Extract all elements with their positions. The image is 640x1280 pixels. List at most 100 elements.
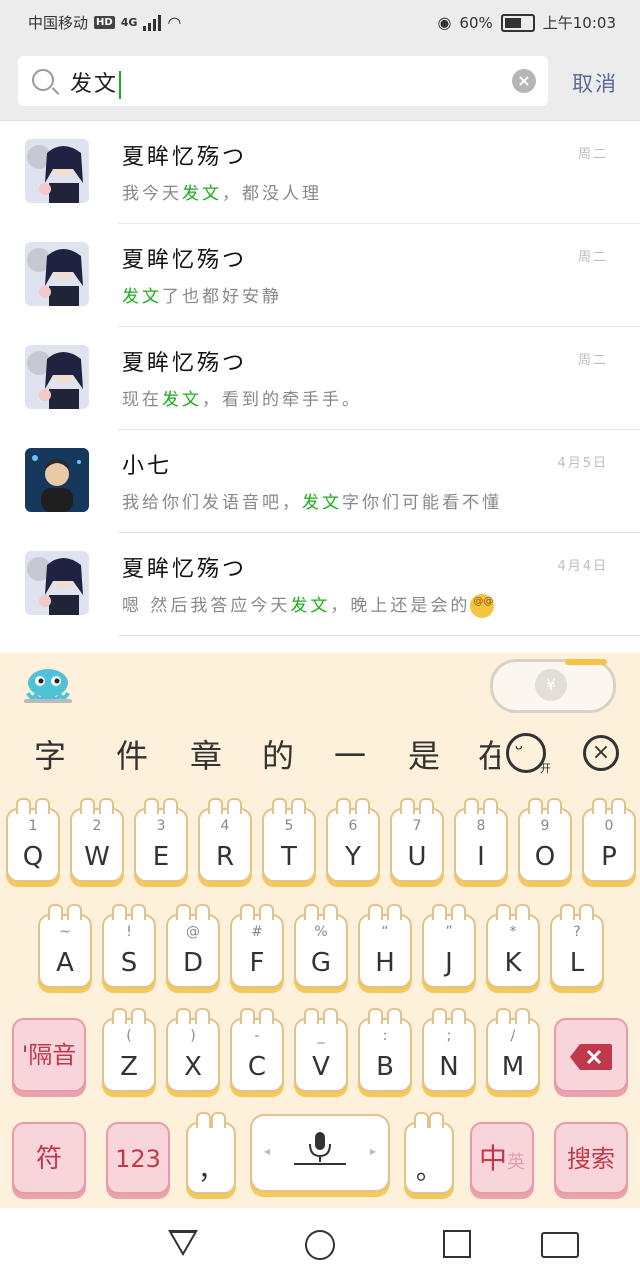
message-post: 了也都好安静	[162, 287, 282, 307]
status-bar: 中国移动 HD 4G ◠ ◉ 60% 上午10:03	[0, 0, 640, 44]
message-highlight: 发文	[182, 184, 222, 204]
separator-key[interactable]: '隔音	[12, 1018, 86, 1092]
battery-percent: 60%	[459, 13, 493, 32]
key-label: Q	[22, 842, 44, 872]
chat-result-row[interactable]: 夏眸忆殇つ 周二 发文了也都好安静	[0, 224, 640, 327]
contact-name: 小七	[122, 454, 173, 479]
key-q[interactable]: 1Q	[6, 798, 60, 882]
skin-toggle[interactable]: ¥	[490, 659, 616, 713]
key-m[interactable]: / M	[486, 1008, 540, 1092]
keyboard-toolbar: ¥	[0, 653, 640, 713]
clear-icon[interactable]: ×	[512, 69, 536, 93]
hd-badge: HD	[94, 16, 115, 29]
key-secondary-label: !	[126, 924, 132, 940]
number-key-label: 123	[115, 1145, 161, 1173]
key-y[interactable]: 6Y	[326, 798, 380, 882]
chat-result-row[interactable]: 夏眸忆殇つ 周二 我今天发文，都没人理	[0, 121, 640, 224]
avatar	[25, 139, 89, 203]
message-preview: 我给你们发语音吧，发文字你们可能看不懂	[122, 488, 502, 513]
candidate-word[interactable]: 是	[408, 731, 440, 777]
period-key[interactable]: 。	[404, 1112, 454, 1194]
candidate-word[interactable]: 在	[478, 731, 500, 777]
key-label: V	[312, 1052, 330, 1082]
candidate-word[interactable]: 件	[116, 731, 148, 777]
key-label: T	[281, 842, 297, 872]
key-c[interactable]: -C	[230, 1008, 284, 1092]
chat-result-row[interactable]: 夏眸忆殇つ 4月4日嗯 然后我答应今天发文，晚上还是会的	[0, 533, 640, 636]
key-f[interactable]: # F	[230, 904, 284, 988]
key-l[interactable]: ? L	[550, 904, 604, 988]
key-t[interactable]: 5T	[262, 798, 316, 882]
key-secondary-label: (	[126, 1028, 132, 1044]
key-secondary-label: %	[314, 924, 328, 940]
number-key[interactable]: 123	[106, 1122, 170, 1194]
key-d[interactable]: @ D	[166, 904, 220, 988]
search-box[interactable]: 发文 ×	[18, 56, 548, 106]
key-label: O	[534, 842, 556, 872]
microphone-icon	[294, 1132, 346, 1165]
key-a[interactable]: ~ A	[38, 904, 92, 988]
search-input[interactable]: 发文	[70, 66, 122, 99]
octopus-logo-icon[interactable]	[18, 665, 78, 705]
arrow-right-icon: ▸	[369, 1144, 376, 1158]
space-key[interactable]: ◂ ▸	[250, 1114, 390, 1192]
key-label: K	[504, 948, 522, 978]
cancel-button[interactable]: 取消	[572, 68, 618, 98]
key-secondary-label: 9	[540, 818, 550, 834]
symbol-key[interactable]: 符	[12, 1122, 86, 1194]
search-icon	[32, 69, 54, 91]
key-label: B	[376, 1052, 394, 1082]
key-z[interactable]: (Z	[102, 1008, 156, 1092]
recent-apps-icon[interactable]	[443, 1230, 471, 1258]
key-k[interactable]: * K	[486, 904, 540, 988]
key-s[interactable]: ! S	[102, 904, 156, 988]
key-secondary-label: ~	[59, 924, 71, 940]
key-secondary-label: 1	[28, 818, 38, 834]
key-secondary-label: 6	[348, 818, 358, 834]
key-secondary-label: @	[186, 924, 200, 940]
home-icon[interactable]	[305, 1230, 335, 1260]
candidate-word[interactable]: 一	[334, 731, 366, 777]
candidate-word[interactable]: 章	[190, 731, 222, 777]
key-w[interactable]: 2W	[70, 798, 124, 882]
comma-key[interactable]: ，	[186, 1112, 236, 1194]
key-label: P	[601, 842, 617, 872]
key-secondary-label: 5	[284, 818, 294, 834]
key-b[interactable]: :B	[358, 1008, 412, 1092]
key-j[interactable]: ” J	[422, 904, 476, 988]
key-i[interactable]: 8I	[454, 798, 508, 882]
backspace-key[interactable]	[554, 1018, 628, 1092]
period-key-label: 。	[415, 1156, 442, 1186]
candidate-word[interactable]: 字	[34, 731, 66, 777]
key-o[interactable]: 9O	[518, 798, 572, 882]
keyboard-icon[interactable]	[541, 1232, 579, 1258]
key-label: H	[375, 948, 395, 978]
search-key[interactable]: 搜索	[554, 1122, 628, 1194]
key-r[interactable]: 4R	[198, 798, 252, 882]
contact-name: 夏眸忆殇つ	[122, 248, 248, 273]
key-label: R	[215, 842, 235, 872]
key-n[interactable]: ; N	[422, 1008, 476, 1092]
back-icon[interactable]	[168, 1230, 198, 1256]
key-secondary-label: *	[509, 924, 517, 940]
symbol-key-label: 符	[35, 1144, 62, 1174]
key-p[interactable]: 0P	[582, 798, 636, 882]
key-x[interactable]: ) X	[166, 1008, 220, 1092]
search-key-label: 搜索	[567, 1145, 615, 1173]
chat-result-row[interactable]: 小七 4月5日 我给你们发语音吧，发文字你们可能看不懂	[0, 430, 640, 533]
key-u[interactable]: 7U	[390, 798, 444, 882]
key-h[interactable]: “H	[358, 904, 412, 988]
candidate-word[interactable]: 的	[262, 731, 294, 777]
key-e[interactable]: 3E	[134, 798, 188, 882]
message-pre: 现在	[122, 390, 162, 410]
language-switch-key[interactable]: 中英	[470, 1122, 534, 1194]
key-secondary-label: ”	[445, 924, 453, 940]
close-candidates-icon[interactable]: ×	[583, 735, 619, 771]
key-label: Z	[120, 1052, 138, 1082]
key-v[interactable]: _ V	[294, 1008, 348, 1092]
chat-result-row[interactable]: 夏眸忆殇つ 周二 现在发文，看到的牵手手。	[0, 327, 640, 430]
system-nav-bar	[0, 1208, 640, 1280]
emoji-switch-button[interactable]: ᵕ 开	[506, 733, 551, 775]
key-secondary-label: 8	[476, 818, 486, 834]
key-g[interactable]: % G	[294, 904, 348, 988]
